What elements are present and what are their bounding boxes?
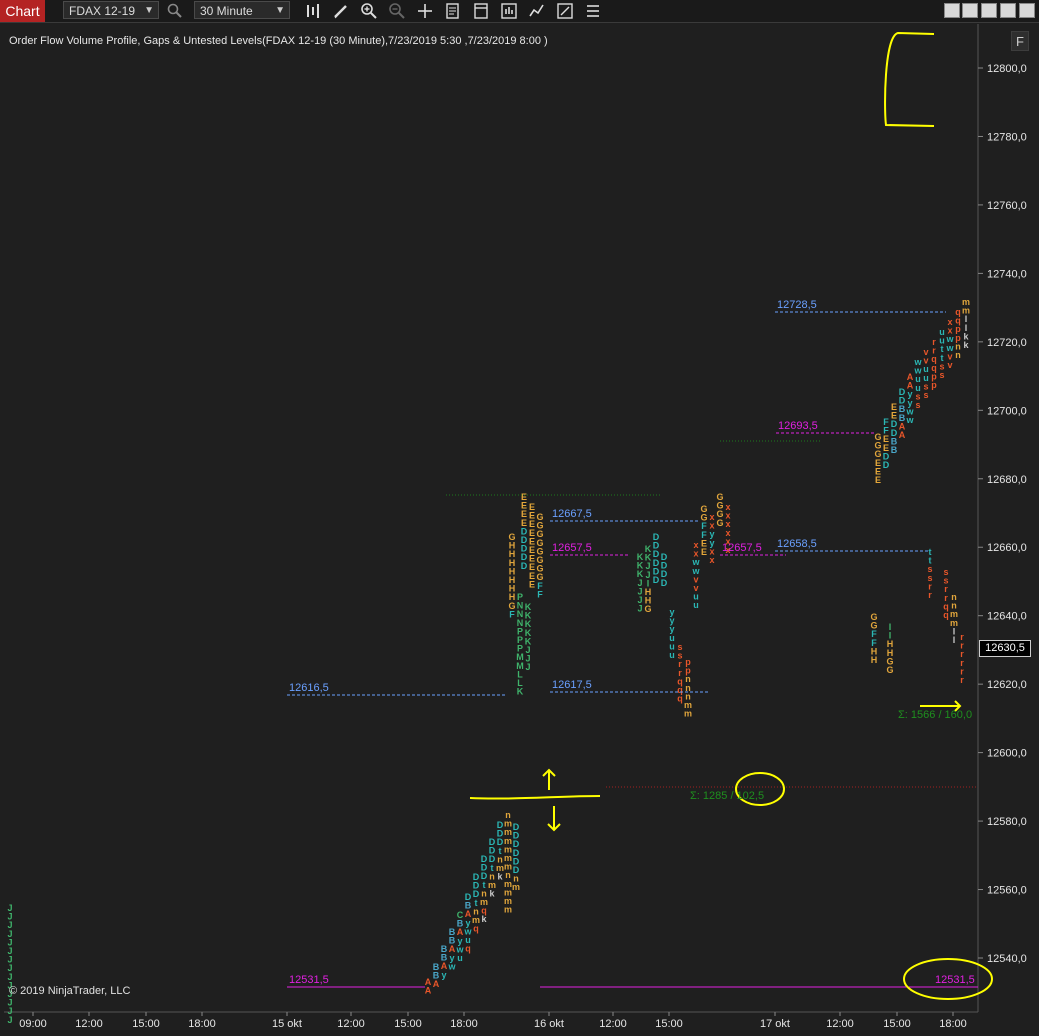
- level-label: 12531,5: [935, 974, 975, 986]
- tpo-letter: D: [653, 575, 660, 585]
- tpo-letter: K: [517, 687, 524, 697]
- price-label: 12780,0: [987, 131, 1027, 143]
- price-label: 12800,0: [987, 63, 1027, 75]
- tpo-letter: D: [883, 460, 890, 470]
- tpo-letter: u: [693, 600, 699, 610]
- price-label: 12560,0: [987, 885, 1027, 897]
- tpo-letter: G: [716, 518, 723, 528]
- level-label: 12616,5: [289, 682, 329, 694]
- time-label: 18:00: [450, 1018, 478, 1030]
- tpo-letter: D: [661, 578, 668, 588]
- sum-label-middle: Σ: 1285 / 102,5: [690, 790, 764, 802]
- tpo-letter: E: [701, 547, 707, 557]
- tpo-letter: m: [512, 882, 520, 892]
- tpo-letter: F: [537, 589, 543, 599]
- level-label: 12657,5: [552, 542, 592, 554]
- tpo-letter: A: [899, 430, 906, 440]
- tpo-letter: E: [875, 475, 881, 485]
- time-label: 12:00: [599, 1018, 627, 1030]
- tpo-letter: s: [939, 370, 944, 380]
- tpo-letter: G: [644, 604, 651, 614]
- price-label: 12600,0: [987, 748, 1027, 760]
- tpo-letter: l: [953, 635, 956, 645]
- time-label: 09:00: [19, 1018, 47, 1030]
- time-label: 12:00: [826, 1018, 854, 1030]
- tpo-letter: J: [525, 662, 530, 672]
- copyright-text: © 2019 NinjaTrader, LLC: [9, 985, 131, 997]
- tpo-letter: q: [465, 944, 471, 954]
- time-label: 15:00: [394, 1018, 422, 1030]
- f-button[interactable]: F: [1011, 31, 1029, 51]
- price-label: 12740,0: [987, 268, 1027, 280]
- tpo-letter: u: [669, 650, 675, 660]
- time-axis: 09:00 12:00 15:00 18:00 15 okt 12:00 15:00 18:0…: [19, 1012, 967, 1030]
- tpo-letter: s: [915, 400, 920, 410]
- tpo-letter: s: [923, 390, 928, 400]
- price-label: 12640,0: [987, 611, 1027, 623]
- level-label: 12658,5: [777, 538, 817, 550]
- time-label: 15:00: [132, 1018, 160, 1030]
- tpo-letter: F: [509, 609, 515, 619]
- tpo-letter: r: [960, 675, 964, 685]
- level-label: 12667,5: [552, 508, 592, 520]
- sum-label-right: Σ: 1566 / 160,0: [898, 709, 972, 721]
- chart-title: Order Flow Volume Profile, Gaps & Untest…: [9, 35, 548, 47]
- tpo-letter: H: [871, 655, 878, 665]
- current-price-badge: 12630,5: [979, 640, 1031, 657]
- level-label: 12617,5: [552, 679, 592, 691]
- time-label: 17 okt: [760, 1018, 790, 1030]
- tpo-letter: u: [457, 953, 463, 963]
- tpo-letter: J: [7, 1015, 12, 1025]
- tpo-letter: v: [947, 360, 952, 370]
- tpo-letter: q: [943, 610, 949, 620]
- tpo-letter: B: [891, 445, 898, 455]
- chart-panel: 12800,0 12780,0 12760,0 12740,0 12720,0 12700…: [4, 24, 1027, 1030]
- tpo-letter: q: [473, 924, 479, 934]
- time-label: 15:00: [655, 1018, 683, 1030]
- price-label: 12580,0: [987, 816, 1027, 828]
- tpo-letter: q: [677, 694, 683, 704]
- time-label: 16 okt: [534, 1018, 564, 1030]
- time-label: 12:00: [337, 1018, 365, 1030]
- tpo-letter: m: [684, 709, 692, 719]
- tpo-letter: A: [425, 986, 432, 996]
- level-label: 12728,5: [777, 299, 817, 311]
- tpo-letter: n: [955, 350, 961, 360]
- price-label: 12680,0: [987, 474, 1027, 486]
- tpo-letter: p: [931, 380, 937, 390]
- tpo-letter: w: [447, 961, 456, 971]
- tpo-letter: m: [504, 905, 512, 915]
- price-label: 12720,0: [987, 337, 1027, 349]
- tpo-letter: w: [905, 415, 914, 425]
- price-label: 12540,0: [987, 953, 1027, 965]
- price-label: 12620,0: [987, 679, 1027, 691]
- tpo-letter: y: [441, 970, 446, 980]
- price-label: 12660,0: [987, 542, 1027, 554]
- tpo-letter: x: [709, 555, 714, 565]
- tpo-letter: J: [637, 604, 642, 614]
- time-label: 18:00: [188, 1018, 216, 1030]
- time-label: 15 okt: [272, 1018, 302, 1030]
- tpo-letter: E: [529, 579, 535, 589]
- price-label: 12700,0: [987, 405, 1027, 417]
- tpo-letter: G: [886, 665, 893, 675]
- tpo-letter: D: [521, 561, 528, 571]
- tpo-letter: A: [433, 979, 440, 989]
- level-label: 12693,5: [778, 420, 818, 432]
- time-label: 18:00: [939, 1018, 967, 1030]
- time-label: 15:00: [883, 1018, 911, 1030]
- level-label: 12531,5: [289, 974, 329, 986]
- price-label: 12760,0: [987, 200, 1027, 212]
- tpo-letter: r: [928, 590, 932, 600]
- level-label: 12657,5: [722, 542, 762, 554]
- time-label: 12:00: [75, 1018, 103, 1030]
- price-axis: 12800,0 12780,0 12760,0 12740,0 12720,0 12700…: [978, 63, 1027, 965]
